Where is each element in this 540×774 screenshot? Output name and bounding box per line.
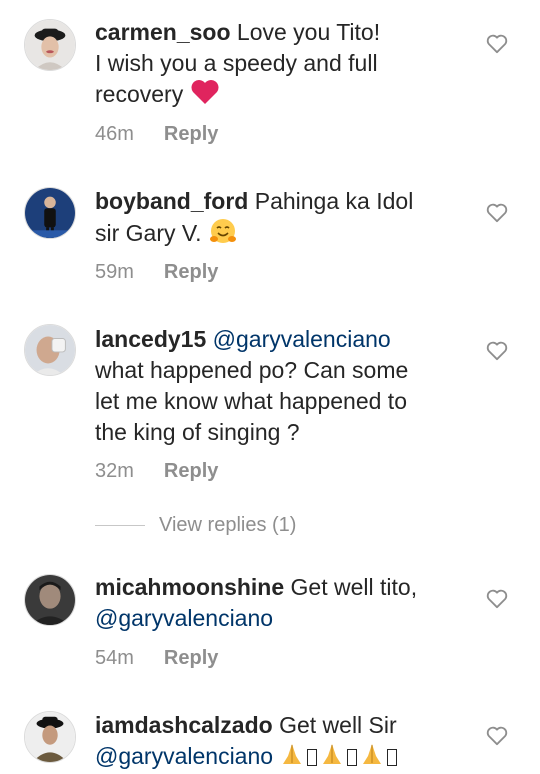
reply-button[interactable]: Reply: [164, 460, 218, 483]
avatar[interactable]: [24, 187, 76, 239]
mention-link[interactable]: @garyvalenciano: [95, 743, 273, 769]
folded-hands-emoji-icon: [279, 742, 305, 774]
like-heart-icon[interactable]: [486, 589, 508, 609]
comment-body-line1: Pahinga ka Idol: [254, 188, 414, 214]
username[interactable]: boyband_ford: [95, 188, 248, 214]
username[interactable]: iamdashcalzado: [95, 712, 273, 738]
comment-meta: 59m Reply: [95, 261, 218, 284]
timestamp: 59m: [95, 261, 134, 283]
comment-meta: 32m Reply: [95, 460, 218, 483]
red-heart-emoji-icon: [190, 79, 220, 113]
avatar[interactable]: [24, 711, 76, 763]
avatar-image: [25, 20, 75, 70]
comment-body-line2: I wish you a speedy and full: [95, 50, 378, 76]
view-replies-label: View replies (1): [159, 514, 297, 536]
hugging-face-emoji-icon: [208, 217, 238, 253]
comment-body-line2: sir Gary V.: [95, 220, 202, 247]
comment-body-line1: Get well Sir: [279, 712, 397, 738]
like-heart-icon[interactable]: [486, 203, 508, 223]
comment-body-line3: let me know what happened to: [95, 388, 407, 414]
like-heart-icon[interactable]: [486, 726, 508, 746]
username[interactable]: micahmoonshine: [95, 574, 284, 600]
avatar-image: [25, 188, 75, 238]
avatar[interactable]: [24, 574, 76, 626]
reply-button[interactable]: Reply: [164, 123, 218, 146]
comment-meta: 46m Reply: [95, 123, 218, 146]
unsupported-glyph-icon: [307, 749, 318, 767]
timestamp: 46m: [95, 123, 134, 145]
comment-body-line1: Love you Tito!: [236, 19, 381, 45]
avatar[interactable]: [24, 19, 76, 71]
avatar-image: [25, 325, 75, 375]
comment-body-line3: recovery: [95, 81, 184, 108]
folded-hands-emoji-icon: [359, 742, 385, 774]
username[interactable]: carmen_soo: [95, 19, 231, 45]
comment-text: lancedy15 @garyvalenciano what happened …: [95, 324, 475, 448]
comment-text: iamdashcalzado Get well Sir @garyvalenci…: [95, 710, 475, 774]
comment-text: carmen_soo Love you Tito! I wish you a s…: [95, 17, 475, 113]
comment-text: micahmoonshine Get well tito, @garyvalen…: [95, 572, 475, 634]
comment-body-line4: the king of singing ?: [95, 419, 300, 445]
avatar-image: [25, 712, 75, 762]
mention-link[interactable]: @garyvalenciano: [95, 605, 273, 631]
mention-link[interactable]: @garyvalenciano: [213, 326, 391, 352]
reply-button[interactable]: Reply: [164, 261, 218, 284]
like-heart-icon[interactable]: [486, 341, 508, 361]
timestamp: 32m: [95, 460, 134, 482]
comment-meta: 54m Reply: [95, 647, 218, 670]
comment-body-line2: what happened po? Can some: [95, 357, 409, 383]
unsupported-glyph-icon: [347, 749, 358, 767]
unsupported-glyph-icon: [387, 749, 398, 767]
view-replies-button[interactable]: View replies (1): [95, 514, 296, 537]
timestamp: 54m: [95, 647, 134, 669]
comment-body-line1: Get well tito,: [290, 574, 418, 600]
avatar[interactable]: [24, 324, 76, 376]
folded-hands-emoji-icon: [319, 742, 345, 774]
username[interactable]: lancedy15: [95, 326, 206, 352]
reply-button[interactable]: Reply: [164, 647, 218, 670]
like-heart-icon[interactable]: [486, 34, 508, 54]
divider: [95, 525, 145, 526]
comment-text: boyband_ford Pahinga ka Idol sir Gary V.: [95, 186, 475, 253]
avatar-image: [25, 575, 75, 625]
